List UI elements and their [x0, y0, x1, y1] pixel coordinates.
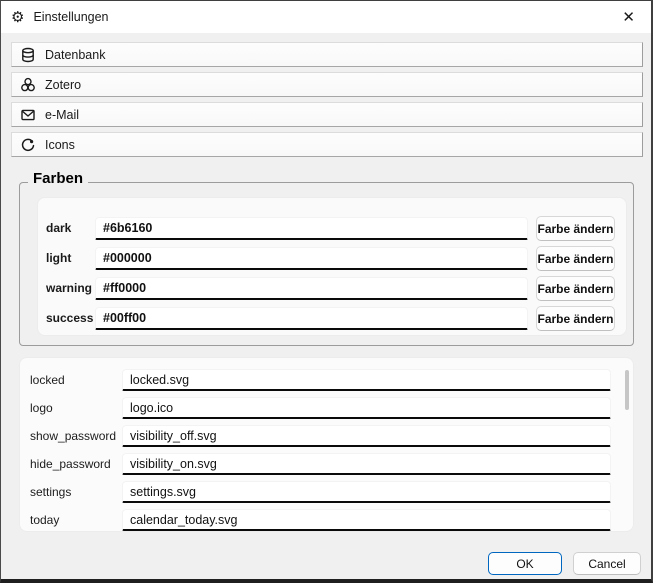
- color-label: success: [46, 306, 93, 331]
- icon-file-input[interactable]: [122, 481, 611, 503]
- icon-file-label: settings: [30, 480, 71, 504]
- change-color-button[interactable]: Farbe ändern: [536, 306, 615, 331]
- farben-card: dark Farbe ändern light Farbe ändern war…: [37, 197, 627, 336]
- section-label: Icons: [45, 138, 75, 152]
- scrollbar-thumb[interactable]: [625, 370, 629, 410]
- icon-file-label: today: [30, 508, 59, 532]
- window-title: Einstellungen: [33, 10, 108, 24]
- color-value-input[interactable]: [95, 247, 528, 270]
- gear-icon: ⚙: [11, 10, 24, 25]
- icon-file-row-show-password: show_password: [20, 424, 633, 448]
- change-color-button[interactable]: Farbe ändern: [536, 246, 615, 271]
- change-color-button[interactable]: Farbe ändern: [536, 216, 615, 241]
- change-color-button[interactable]: Farbe ändern: [536, 276, 615, 301]
- icon-file-label: logo: [30, 396, 53, 420]
- mail-icon: [20, 107, 36, 123]
- icon-file-label: locked: [30, 368, 65, 392]
- icon-file-row-logo: logo: [20, 396, 633, 420]
- settings-window: ⚙ Einstellungen ✕ Datenbank Zotero e-Mai…: [0, 0, 653, 583]
- section-header-datenbank[interactable]: Datenbank: [11, 42, 643, 67]
- color-row-warning: warning Farbe ändern: [38, 276, 626, 301]
- section-label: Zotero: [45, 78, 81, 92]
- section-header-zotero[interactable]: Zotero: [11, 72, 643, 97]
- color-value-input[interactable]: [95, 307, 528, 330]
- color-label: warning: [46, 276, 92, 301]
- section-header-email[interactable]: e-Mail: [11, 102, 643, 127]
- icon-file-row-today: today: [20, 508, 633, 532]
- ok-button[interactable]: OK: [488, 552, 562, 575]
- titlebar: ⚙ Einstellungen ✕: [1, 1, 651, 33]
- color-row-success: success Farbe ändern: [38, 306, 626, 331]
- section-header-icons[interactable]: Icons: [11, 132, 643, 157]
- icon-file-row-settings: settings: [20, 480, 633, 504]
- icon-file-input[interactable]: [122, 369, 611, 391]
- cancel-button[interactable]: Cancel: [573, 552, 641, 575]
- close-icon[interactable]: ✕: [618, 8, 639, 27]
- color-value-input[interactable]: [95, 277, 528, 300]
- icon-file-row-hide-password: hide_password: [20, 452, 633, 476]
- section-label: Datenbank: [45, 48, 105, 62]
- color-row-dark: dark Farbe ändern: [38, 216, 626, 241]
- color-label: dark: [46, 216, 71, 241]
- color-row-light: light Farbe ändern: [38, 246, 626, 271]
- icon-files-panel: locked logo show_password hide_password …: [19, 357, 634, 532]
- farben-groupbox: Farben dark Farbe ändern light Farbe änd…: [19, 182, 634, 346]
- color-label: light: [46, 246, 71, 271]
- icon-file-input[interactable]: [122, 509, 611, 531]
- refresh-icon: [20, 137, 36, 153]
- section-label: e-Mail: [45, 108, 79, 122]
- zotero-icon: [20, 77, 36, 93]
- icon-file-input[interactable]: [122, 453, 611, 475]
- database-icon: [20, 47, 36, 63]
- icon-file-input[interactable]: [122, 397, 611, 419]
- icon-file-input[interactable]: [122, 425, 611, 447]
- color-value-input[interactable]: [95, 217, 528, 240]
- farben-legend: Farben: [28, 170, 88, 187]
- icon-file-row-locked: locked: [20, 368, 633, 392]
- icon-file-label: show_password: [30, 424, 116, 448]
- icon-file-label: hide_password: [30, 452, 111, 476]
